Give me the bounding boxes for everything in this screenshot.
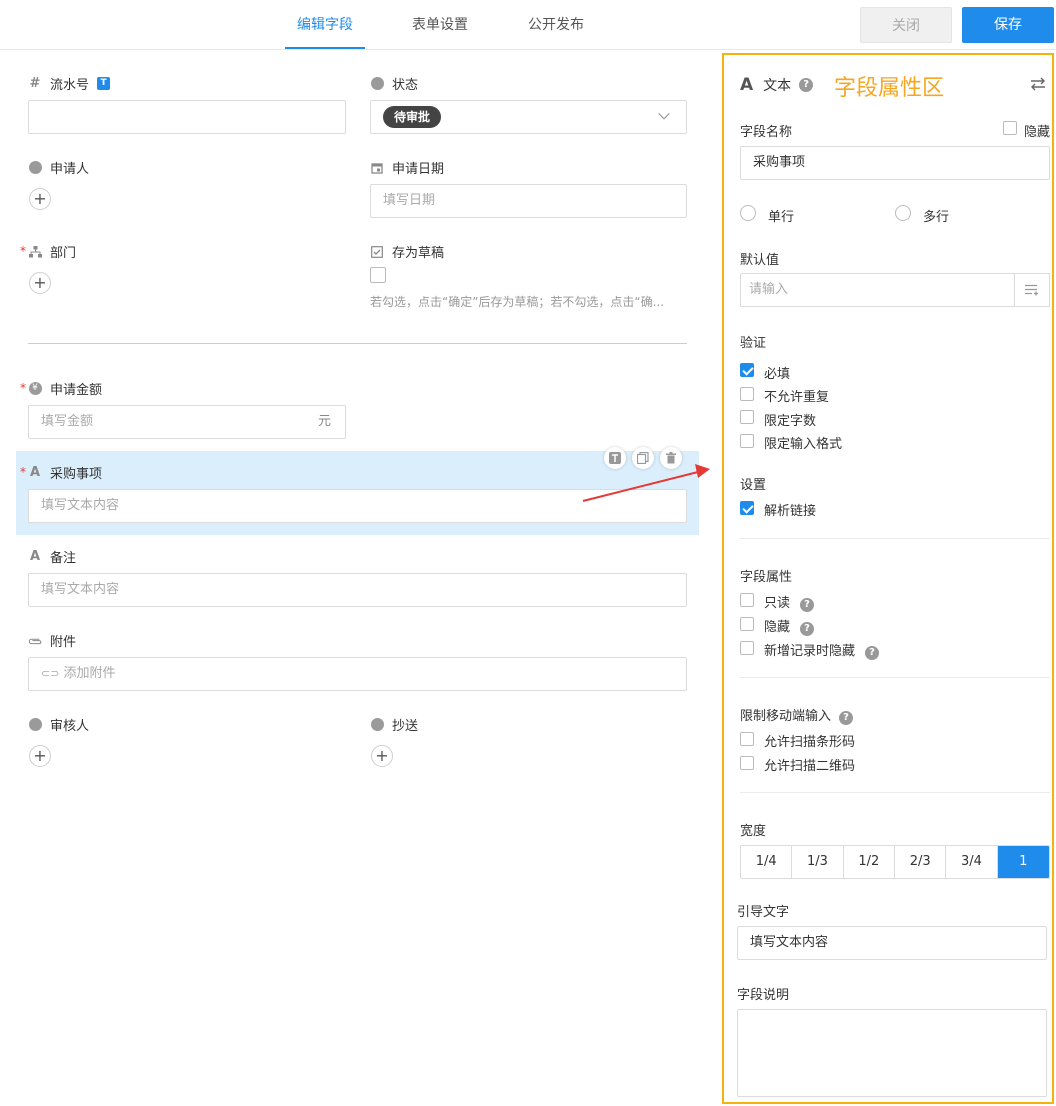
width-option-2-3[interactable]: 2/3 — [895, 846, 947, 878]
field-desc-textarea[interactable] — [737, 1009, 1047, 1097]
help-icon[interactable]: ? — [800, 598, 815, 612]
panel-divider — [740, 677, 1050, 678]
limit-length-label: 限定字数 — [764, 414, 817, 429]
field-name-label: 字段名称 — [740, 125, 793, 140]
help-icon[interactable]: ? — [799, 78, 814, 92]
field-props-label: 字段属性 — [740, 570, 793, 585]
multi-line-radio[interactable] — [895, 205, 911, 221]
field-name-input[interactable]: 采购事项 — [740, 146, 1050, 180]
formula-button[interactable] — [1014, 273, 1050, 307]
panel-header: A 文本 ? — [740, 75, 814, 95]
default-value-input[interactable]: 请输入 — [740, 273, 1015, 307]
list-icon — [1025, 284, 1038, 296]
help-icon[interactable]: ? — [800, 622, 815, 636]
text-a-icon: A — [740, 75, 754, 95]
single-line-label: 单行 — [768, 210, 795, 225]
limit-format-label: 限定输入格式 — [764, 437, 843, 452]
hidden-checkbox[interactable] — [740, 617, 754, 631]
readonly-checkbox[interactable] — [740, 593, 754, 607]
width-selector: 1/4 1/3 1/2 2/3 3/4 1 — [740, 845, 1050, 879]
help-icon[interactable]: ? — [839, 711, 854, 725]
hide-field-label: 隐藏 — [1024, 125, 1051, 140]
single-line-radio[interactable] — [740, 205, 756, 221]
limit-length-checkbox[interactable] — [740, 410, 754, 424]
scan-barcode-checkbox[interactable] — [740, 732, 754, 746]
hide-on-new-checkbox[interactable] — [740, 641, 754, 655]
hide-on-new-label: 新增记录时隐藏? — [764, 640, 880, 660]
annotation-title: 字段属性区 — [834, 76, 945, 101]
field-desc-label: 字段说明 — [737, 988, 790, 1003]
scan-qrcode-checkbox[interactable] — [740, 756, 754, 770]
required-checkbox[interactable] — [740, 363, 754, 377]
width-option-3-4[interactable]: 3/4 — [946, 846, 998, 878]
required-label: 必填 — [764, 367, 791, 382]
scan-barcode-label: 允许扫描条形码 — [764, 735, 856, 750]
settings-label: 设置 — [740, 478, 767, 493]
width-option-1-4[interactable]: 1/4 — [741, 846, 793, 878]
parse-link-label: 解析链接 — [764, 504, 817, 519]
panel-divider — [740, 792, 1050, 793]
multi-line-label: 多行 — [923, 210, 950, 225]
help-icon[interactable]: ? — [865, 646, 880, 660]
swap-icon[interactable] — [1030, 77, 1046, 95]
parse-link-checkbox[interactable] — [740, 501, 754, 515]
hide-field-checkbox[interactable] — [1003, 121, 1017, 135]
field-properties-panel: A 文本 ? 字段属性区 字段名称 隐藏 采购事项 单行 多行 默认值 请输入 … — [722, 53, 1054, 1104]
validation-label: 验证 — [740, 336, 767, 351]
width-option-1-2[interactable]: 1/2 — [844, 846, 895, 878]
no-duplicate-checkbox[interactable] — [740, 387, 754, 401]
readonly-label: 只读? — [764, 592, 815, 612]
mobile-input-label: 限制移动端输入? — [740, 705, 854, 725]
limit-format-checkbox[interactable] — [740, 434, 754, 448]
panel-divider — [740, 538, 1050, 539]
width-option-1-3[interactable]: 1/3 — [792, 846, 844, 878]
scan-qrcode-label: 允许扫描二维码 — [764, 759, 856, 774]
width-label: 宽度 — [740, 824, 767, 839]
default-value-label: 默认值 — [740, 253, 780, 268]
no-duplicate-label: 不允许重复 — [764, 390, 830, 405]
width-option-full[interactable]: 1 — [997, 846, 1049, 878]
guide-text-label: 引导文字 — [737, 905, 790, 920]
guide-text-input[interactable]: 填写文本内容 — [737, 926, 1047, 960]
hidden-label: 隐藏? — [764, 616, 815, 636]
